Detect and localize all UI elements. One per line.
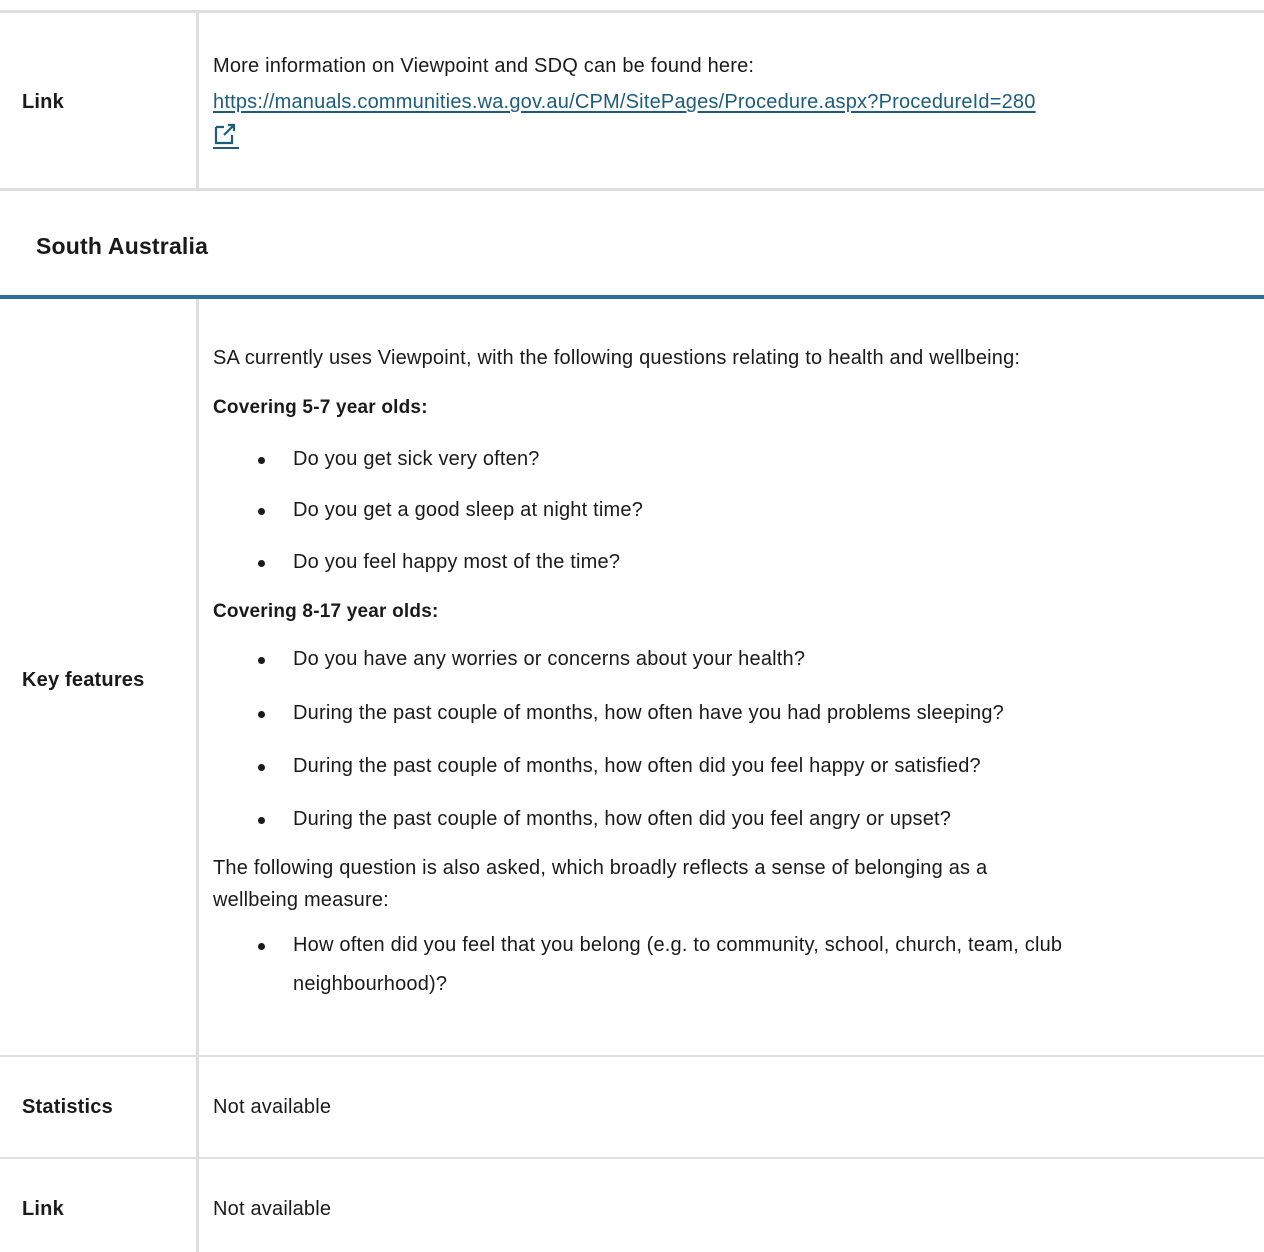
group1-heading: Covering 5-7 year olds: [213, 397, 428, 418]
group2-heading: Covering 8-17 year olds: [213, 601, 439, 622]
belonging-item-line1: How often did you feel that you belong (… [293, 934, 1063, 956]
key-features-label: Key features [22, 669, 145, 691]
sa-link-value: Not available [213, 1198, 332, 1220]
belonging-text-line2: wellbeing measure: [213, 889, 389, 911]
wa-link-label: Link [22, 91, 64, 113]
bullet-dot [258, 711, 265, 718]
wa-link-label-cell: Link [0, 13, 199, 189]
bullet-dot [258, 943, 265, 950]
statistics-value: Not available [213, 1096, 332, 1118]
list-item: During the past couple of months, how of… [293, 755, 981, 777]
bullet-dot [258, 817, 265, 824]
key-features-intro: SA currently uses Viewpoint, with the fo… [213, 347, 1021, 369]
wa-table-bottom-border [0, 188, 1264, 191]
list-item: Do you get sick very often? [293, 448, 540, 470]
key-features-label-cell: Key features [0, 299, 199, 691]
belonging-text-line1: The following question is also asked, wh… [213, 857, 988, 879]
statistics-label-cell: Statistics [0, 1057, 199, 1157]
sa-link-label-cell: Link [0, 1159, 199, 1252]
list-item: During the past couple of months, how of… [293, 808, 952, 830]
statistics-value-cell: Not available [199, 1057, 1264, 1157]
bullet-dot [258, 508, 265, 515]
list-item: Do you get a good sleep at night time? [293, 499, 644, 521]
bullet-dot [258, 764, 265, 771]
sa-link-label: Link [22, 1198, 64, 1220]
sa-link-value-cell: Not available [199, 1159, 1264, 1252]
bullet-dot [258, 560, 265, 567]
bullet-dot [258, 457, 265, 464]
bullet-dot [258, 657, 265, 664]
belonging-item-line2: neighbourhood)? [293, 973, 448, 995]
statistics-row: Statistics Not available [0, 1057, 1264, 1157]
list-item: Do you feel happy most of the time? [293, 551, 621, 573]
wa-link-intro-text: More information on Viewpoint and SDQ ca… [213, 55, 755, 77]
key-features-column-rule [196, 299, 199, 1055]
section-title-south-australia: South Australia [36, 233, 209, 259]
wa-procedure-link[interactable]: https://manuals.communities.wa.gov.au/CP… [213, 88, 1036, 116]
list-item: During the past couple of months, how of… [293, 702, 1004, 724]
sa-link-row: Link Not available [0, 1159, 1264, 1252]
external-link-icon[interactable] [213, 120, 239, 150]
statistics-label: Statistics [22, 1096, 113, 1118]
list-item: Do you have any worries or concerns abou… [293, 648, 806, 670]
